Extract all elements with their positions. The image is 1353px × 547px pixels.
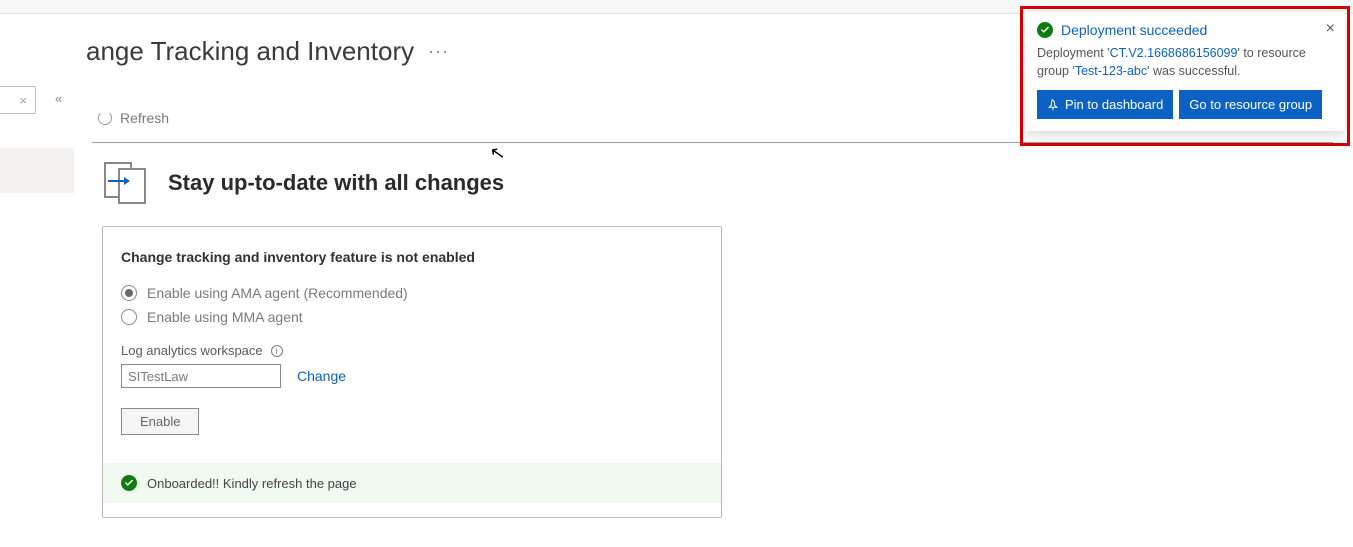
enable-card: Change tracking and inventory feature is… xyxy=(102,226,722,518)
radio-icon xyxy=(121,285,137,301)
page-title: ange Tracking and Inventory xyxy=(86,36,414,67)
radio-option-mma[interactable]: Enable using MMA agent xyxy=(121,309,703,325)
deployment-toast: × Deployment succeeded Deployment 'CT.V2… xyxy=(1025,12,1345,131)
card-title: Change tracking and inventory feature is… xyxy=(121,249,703,265)
success-icon xyxy=(121,475,137,491)
go-to-resource-group-button[interactable]: Go to resource group xyxy=(1179,90,1322,119)
feature-icon xyxy=(102,162,150,204)
toast-highlight: × Deployment succeeded Deployment 'CT.V2… xyxy=(1020,6,1350,146)
radio-label: Enable using AMA agent (Recommended) xyxy=(147,285,408,301)
info-icon[interactable]: i xyxy=(271,345,283,357)
enable-button[interactable]: Enable xyxy=(121,408,199,435)
pin-icon xyxy=(1047,99,1059,111)
deployment-link[interactable]: CT.V2.1668686156099 xyxy=(1110,46,1238,60)
radio-icon xyxy=(121,309,137,325)
workspace-label: Log analytics workspace xyxy=(121,343,263,358)
collapse-sidebar-icon[interactable]: « xyxy=(55,91,62,106)
toolbar: Refresh xyxy=(92,100,175,136)
more-icon[interactable]: ··· xyxy=(428,41,449,62)
close-icon[interactable]: × xyxy=(1326,20,1335,38)
toast-body: Deployment 'CT.V2.1668686156099' to reso… xyxy=(1037,44,1333,80)
status-banner: Onboarded!! Kindly refresh the page xyxy=(103,463,721,503)
toast-title: Deployment succeeded xyxy=(1061,22,1207,38)
radio-option-ama[interactable]: Enable using AMA agent (Recommended) xyxy=(121,285,703,301)
status-message: Onboarded!! Kindly refresh the page xyxy=(147,476,357,491)
refresh-button[interactable]: Refresh xyxy=(120,110,169,126)
pin-to-dashboard-button[interactable]: Pin to dashboard xyxy=(1037,90,1173,119)
workspace-input[interactable] xyxy=(121,364,281,388)
radio-label: Enable using MMA agent xyxy=(147,309,303,325)
success-icon xyxy=(1037,22,1053,38)
sidebar-selected-item[interactable] xyxy=(0,148,74,193)
refresh-icon[interactable] xyxy=(98,111,112,125)
panel-heading: Stay up-to-date with all changes xyxy=(168,170,504,196)
resource-group-link[interactable]: Test-123-abc xyxy=(1075,64,1147,78)
change-workspace-link[interactable]: Change xyxy=(297,368,346,384)
close-panel-button[interactable]: × xyxy=(0,86,36,114)
